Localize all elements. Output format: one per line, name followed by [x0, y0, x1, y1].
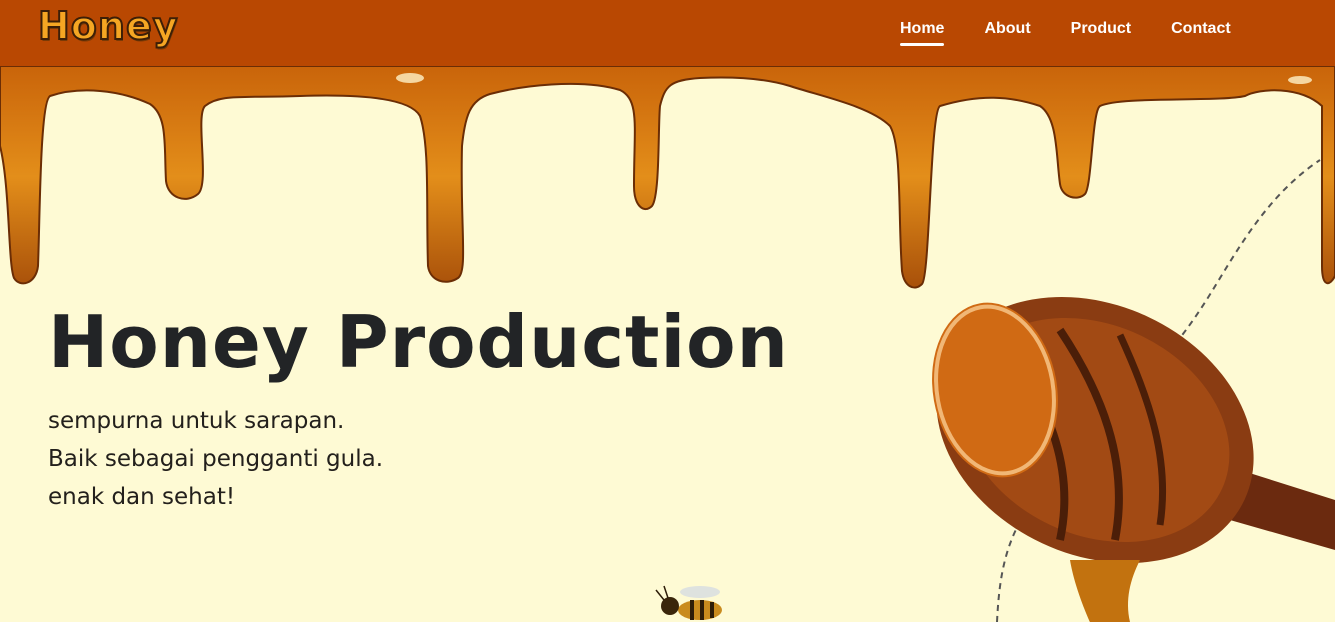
hero-line-1: sempurna untuk sarapan. — [48, 408, 345, 434]
nav-link-about[interactable]: About — [984, 18, 1030, 44]
nav-link-home[interactable]: Home — [900, 18, 945, 46]
hero-title: Honey Production — [48, 300, 789, 384]
nav-link-contact[interactable]: Contact — [1171, 18, 1231, 44]
bee-icon — [655, 585, 722, 620]
honey-dipper-icon — [932, 159, 1335, 622]
nav-menu: Home About Product Contact — [900, 18, 1271, 46]
hero-description: sempurna untuk sarapan. Baik sebagai pen… — [48, 402, 383, 516]
brand-logo[interactable]: Honey — [37, 3, 179, 49]
nav-link-product[interactable]: Product — [1071, 18, 1131, 44]
top-navbar: Honey Home About Product Contact — [0, 0, 1335, 67]
hero-line-2: Baik sebagai pengganti gula. — [48, 446, 384, 472]
hero-line-3: enak dan sehat! — [48, 484, 236, 510]
